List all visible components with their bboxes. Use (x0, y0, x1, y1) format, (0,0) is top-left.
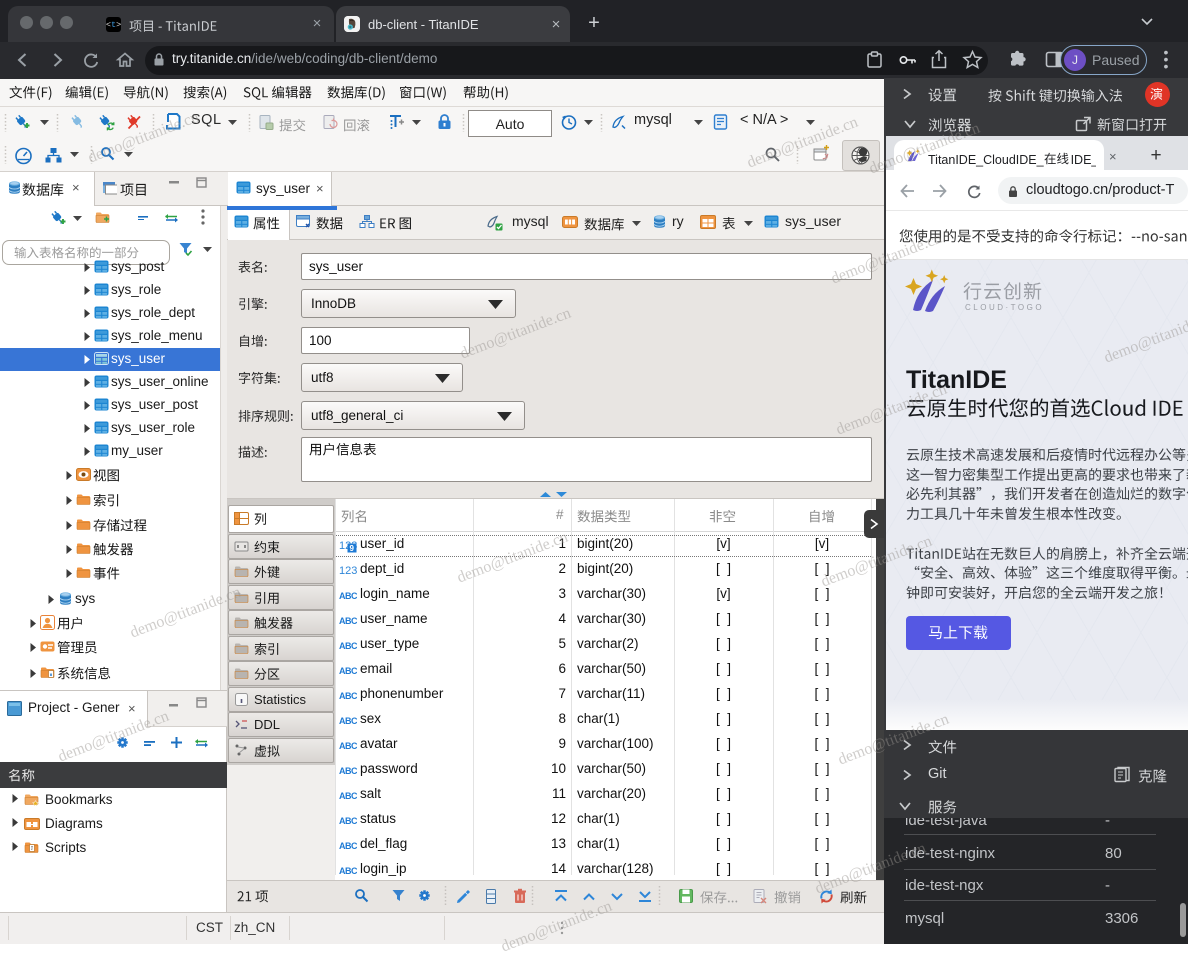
svg-text:ABC: ABC (339, 691, 357, 701)
svg-text:ABC: ABC (339, 791, 357, 801)
svg-text:ABC: ABC (339, 741, 357, 751)
svg-text:ABC: ABC (339, 841, 357, 851)
svg-text:ABC: ABC (339, 591, 357, 601)
svg-text:ABC: ABC (339, 816, 357, 826)
svg-text:ABC: ABC (339, 641, 357, 651)
svg-text:9: 9 (350, 544, 355, 553)
svg-text:123: 123 (339, 565, 357, 577)
svg-text:ABC: ABC (339, 616, 357, 626)
svg-text:ABC: ABC (339, 766, 357, 776)
svg-text:ABC: ABC (339, 866, 357, 876)
svg-text:ABC: ABC (339, 666, 357, 676)
svg-text:ABC: ABC (339, 716, 357, 726)
